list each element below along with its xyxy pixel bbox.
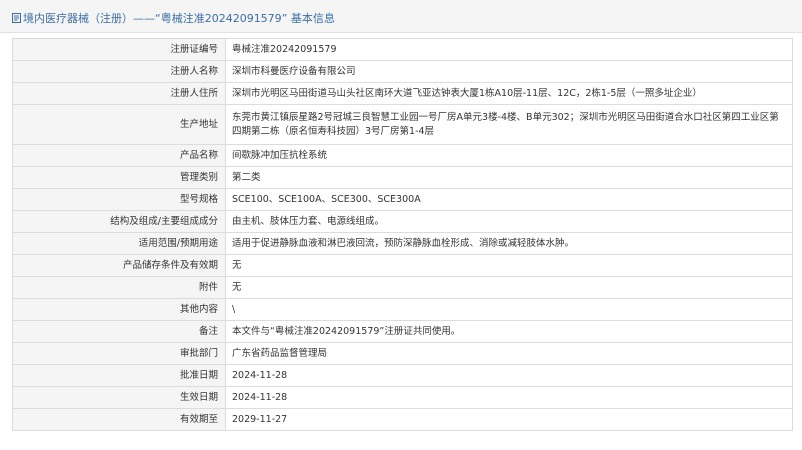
row-label: 有效期至	[12, 408, 226, 431]
row-value: 深圳市科曼医疗设备有限公司	[225, 60, 793, 83]
row-value: \	[225, 298, 793, 321]
row-value: 由主机、肢体压力套、电源线组成。	[225, 210, 793, 233]
row-value: 广东省药品监督管理局	[225, 342, 793, 365]
row-label: 注册人名称	[12, 60, 226, 83]
table-row: 型号规格 SCE100、SCE100A、SCE300、SCE300A	[12, 188, 793, 211]
table-row: 其他内容 \	[12, 298, 793, 321]
table-row: 结构及组成/主要组成成分 由主机、肢体压力套、电源线组成。	[12, 210, 793, 233]
row-label: 注册证编号	[12, 38, 226, 61]
row-label: 生产地址	[12, 104, 226, 145]
table-row: 附件无	[12, 276, 793, 299]
document-icon	[12, 13, 21, 23]
row-value: 间歇脉冲加压抗栓系统	[225, 144, 793, 167]
row-label: 产品储存条件及有效期	[12, 254, 226, 277]
table-row: 产品名称 间歇脉冲加压抗栓系统	[12, 144, 793, 167]
table-row: 生效日期 2024-11-28	[12, 386, 793, 409]
info-table: 注册证编号 粤械注准20242091579 注册人名称 深圳市科曼医疗设备有限公司 …	[12, 38, 793, 431]
row-label: 管理类别	[12, 166, 226, 189]
table-row: 备注 本文件与“粤械注准20242091579”注册证共同使用。	[12, 320, 793, 343]
row-value: 东莞市黄江镇辰星路2号冠城三良智慧工业园一号厂房A单元3楼-4楼、B单元302；…	[225, 104, 793, 145]
title-reg-no: “粤械注准20242091579”	[155, 12, 288, 25]
table-row: 注册人名称 深圳市科曼医疗设备有限公司	[12, 60, 793, 83]
row-label: 批准日期	[12, 364, 226, 387]
table-row: 批准日期 2024-11-28	[12, 364, 793, 387]
row-label: 备注	[12, 320, 226, 343]
table-row: 审批部门 广东省药品监督管理局	[12, 342, 793, 365]
row-value: 无	[225, 254, 793, 277]
row-label: 型号规格	[12, 188, 226, 211]
row-value: 2024-11-28	[225, 364, 793, 387]
table-row: 适用范围/预期用途 适用于促进静脉血液和淋巴液回流，预防深静脉血栓形成、消除或减轻…	[12, 232, 793, 255]
page-title: 境内医疗器械（注册）——“粤械注准20242091579” 基本信息	[12, 10, 335, 26]
table-row: 有效期至 2029-11-27	[12, 408, 793, 431]
row-value: 深圳市光明区马田街道马山头社区南环大道飞亚达钟表大厦1栋A10层-11层、12C…	[225, 82, 793, 105]
table-row: 注册人住所 深圳市光明区马田街道马山头社区南环大道飞亚达钟表大厦1栋A10层-11…	[12, 82, 793, 105]
row-label: 产品名称	[12, 144, 226, 167]
row-label: 生效日期	[12, 386, 226, 409]
row-value: 无	[225, 276, 793, 299]
title-prefix: 境内医疗器械（注册）——	[23, 12, 155, 25]
row-value: 第二类	[225, 166, 793, 189]
table-row: 注册证编号 粤械注准20242091579	[12, 38, 793, 61]
row-value: 2024-11-28	[225, 386, 793, 409]
row-label: 适用范围/预期用途	[12, 232, 226, 255]
row-value: 粤械注准20242091579	[225, 38, 793, 61]
title-suffix: 基本信息	[290, 12, 335, 25]
table-row: 生产地址 东莞市黄江镇辰星路2号冠城三良智慧工业园一号厂房A单元3楼-4楼、B单元…	[12, 104, 793, 145]
table-row: 产品储存条件及有效期无	[12, 254, 793, 277]
title-bar: 境内医疗器械（注册）——“粤械注准20242091579” 基本信息	[0, 0, 802, 33]
row-value: 适用于促进静脉血液和淋巴液回流，预防深静脉血栓形成、消除或减轻肢体水肿。	[225, 232, 793, 255]
row-label: 注册人住所	[12, 82, 226, 105]
row-label: 其他内容	[12, 298, 226, 321]
table-row: 管理类别 第二类	[12, 166, 793, 189]
row-label: 结构及组成/主要组成成分	[12, 210, 226, 233]
row-value: 2029-11-27	[225, 408, 793, 431]
row-value: SCE100、SCE100A、SCE300、SCE300A	[225, 188, 793, 211]
row-label: 附件	[12, 276, 226, 299]
row-label: 审批部门	[12, 342, 226, 365]
row-value: 本文件与“粤械注准20242091579”注册证共同使用。	[225, 320, 793, 343]
